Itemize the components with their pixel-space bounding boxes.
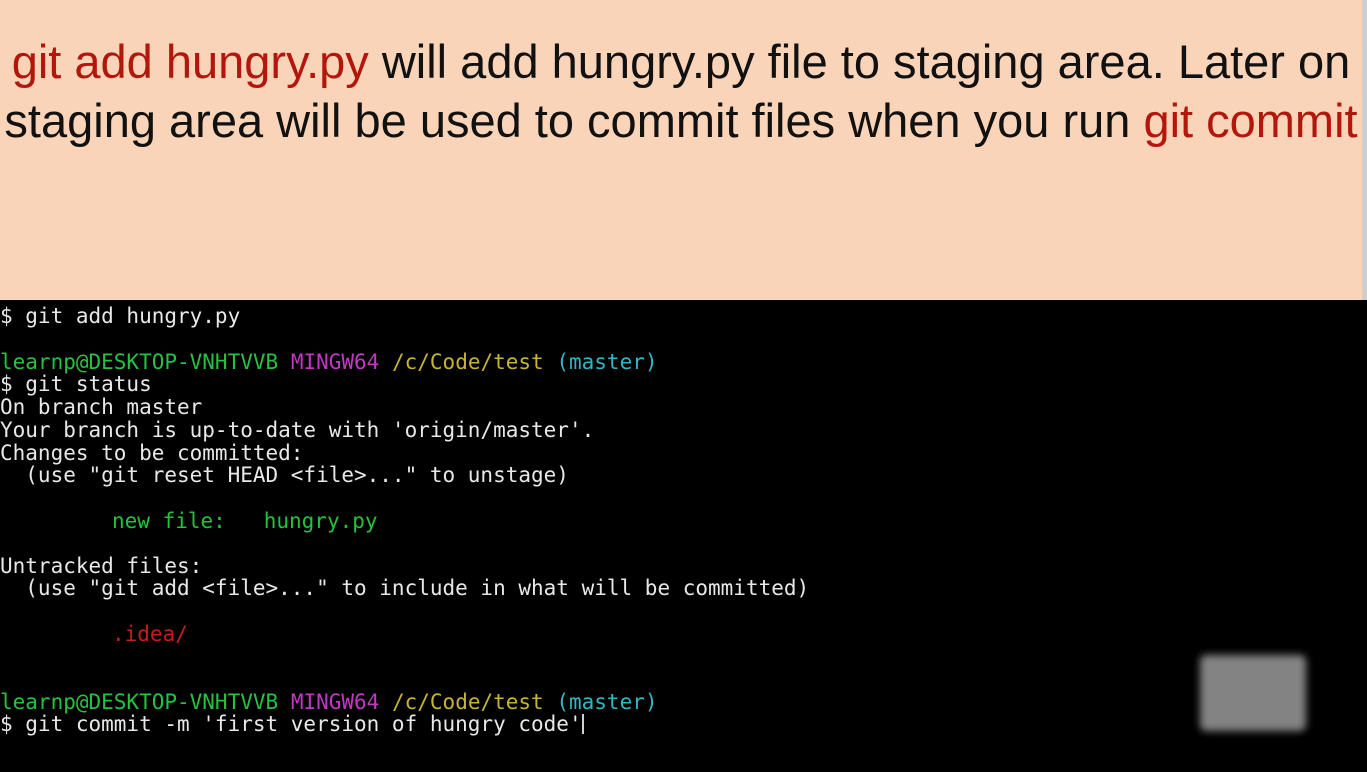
terminal-window[interactable]: $ git add hungry.py learnp@DESKTOP-VNHTV… bbox=[0, 300, 1367, 772]
prompt-shell: MINGW64 bbox=[290, 350, 380, 374]
terminal-current-command: $ git commit -m 'first version of hungry… bbox=[0, 712, 582, 736]
terminal-line-cmd-add: $ git add hungry.py bbox=[0, 304, 241, 328]
terminal-prompt-1: learnp@DESKTOP-VNHTVVB MINGW64 /c/Code/t… bbox=[0, 351, 658, 374]
untracked-hint: (use "git add <file>..." to include in w… bbox=[0, 576, 810, 600]
terminal-status-line: (use "git reset HEAD <file>..." to unsta… bbox=[0, 463, 569, 487]
prompt-user: learnp@DESKTOP-VNHTVVB bbox=[0, 690, 279, 714]
terminal-status-line: Changes to be committed: bbox=[0, 441, 304, 465]
terminal-line-cmd-status: $ git status bbox=[0, 372, 152, 396]
caption-text: git add hungry.py will add hungry.py fil… bbox=[0, 32, 1362, 150]
screen: git add hungry.py will add hungry.py fil… bbox=[0, 0, 1367, 772]
caption-banner: git add hungry.py will add hungry.py fil… bbox=[0, 0, 1367, 300]
text-cursor bbox=[581, 714, 584, 734]
staged-label: new file: bbox=[112, 509, 226, 533]
prompt-user: learnp@DESKTOP-VNHTVVB bbox=[0, 350, 279, 374]
caption-highlight-git-add: git add hungry.py bbox=[11, 35, 369, 88]
untracked-file-entry: .idea/ bbox=[112, 622, 188, 646]
terminal-prompt-2: learnp@DESKTOP-VNHTVVB MINGW64 /c/Code/t… bbox=[0, 691, 658, 714]
terminal-status-line: On branch master bbox=[0, 395, 203, 419]
prompt-path: /c/Code/test bbox=[391, 350, 544, 374]
blurred-watermark bbox=[1200, 655, 1306, 731]
terminal-input-line[interactable]: $ git commit -m 'first version of hungry… bbox=[0, 713, 584, 736]
staged-file-entry: new file: hungry.py bbox=[112, 510, 378, 533]
staged-filename: hungry.py bbox=[263, 509, 378, 533]
untracked-header: Untracked files: bbox=[0, 554, 203, 578]
prompt-shell: MINGW64 bbox=[290, 690, 380, 714]
prompt-path: /c/Code/test bbox=[391, 690, 544, 714]
prompt-branch: (master) bbox=[556, 350, 658, 374]
prompt-branch: (master) bbox=[556, 690, 658, 714]
terminal-status-line: Your branch is up-to-date with 'origin/m… bbox=[0, 418, 595, 442]
caption-highlight-git-commit: git commit bbox=[1143, 94, 1358, 147]
